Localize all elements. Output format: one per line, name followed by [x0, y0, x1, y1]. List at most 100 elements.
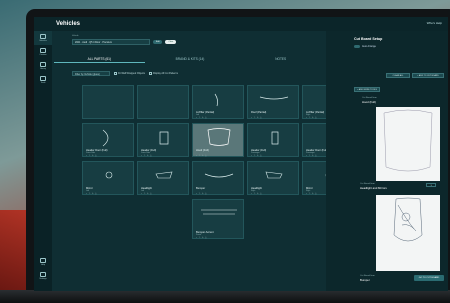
card-action-icons[interactable]: ⌂ ✎ ⧉ ⓘ: [251, 155, 262, 157]
sidebar-item-library[interactable]: Library: [34, 59, 52, 73]
parts-panel: Vehicle 2021 · Audi · Q5 4 Door · Premiu…: [54, 31, 354, 291]
part-card[interactable]: Header (Full) Passenger ⌂ ✎ ⧉ ⓘ: [247, 123, 299, 157]
checkbox[interactable]: [114, 71, 117, 75]
go-to-cut-board-button[interactable]: GO TO CUT BOARD: [414, 275, 444, 281]
item-name: Bumper: [360, 278, 370, 282]
sidebar-item-label: Settings: [39, 278, 47, 280]
toggle-label: Auto Arrange: [362, 45, 376, 48]
card-action-icons[interactable]: ⌂ ✎ ⧉ ⓘ: [306, 155, 317, 157]
part-thumbnail: [102, 129, 109, 147]
help-icon: [40, 258, 46, 263]
part-card[interactable]: Bumper Accent Partial ⌂ ✎ ⧉ ⓘ: [192, 199, 244, 239]
sidebar-item-vehicles[interactable]: Vehicles: [34, 31, 52, 45]
part-card[interactable]: Header Door (Full) Driver Side ⌂ ✎ ⧉ ⓘ: [82, 123, 134, 157]
parts-tabs: ALL PARTS (61) BRAND & KITS (14) NOTES: [54, 55, 326, 63]
add-more-tools-button[interactable]: + ADD MORE TOOLS: [354, 87, 380, 92]
filter-row: Filter by Vehicle (glass) Fit Wall Wrapp…: [72, 71, 178, 76]
toggle-switch[interactable]: [354, 45, 360, 48]
add-to-cut-board-button[interactable]: + ADD TO CUT BOARD: [412, 73, 444, 78]
sidebar-item-label: Tools: [40, 82, 46, 84]
sidebar-item-label: Vehicles: [39, 40, 47, 42]
part-card[interactable]: Headlight Left ⌂ ✎ ⧉ ⓘ: [137, 161, 189, 195]
part-thumbnail: [207, 128, 231, 146]
part-subtitle: Passenger: [251, 152, 260, 154]
card-action-icons[interactable]: ⌂ ✎ ⧉ ⓘ: [141, 193, 152, 195]
scissors-icon: [40, 48, 46, 53]
card-action-icons[interactable]: ⌂ ✎ ⧉ ⓘ: [86, 193, 97, 195]
part-thumbnail: [204, 173, 234, 178]
laptop-base: [0, 290, 450, 303]
part-card[interactable]: Header (Full) Driver Side ⌂ ✎ ⧉ ⓘ: [137, 123, 189, 157]
hood-preview: [376, 107, 440, 181]
part-subtitle: Right: [306, 114, 311, 116]
sidebar-item-tools[interactable]: Tools: [34, 73, 52, 87]
part-subtitle: Right: [306, 190, 311, 192]
car-icon: [40, 34, 46, 39]
item-name: Hood (Full): [362, 100, 376, 104]
filter-dropdown[interactable]: Filter by Vehicle (glass): [72, 71, 110, 76]
auto-arrange-toggle[interactable]: Auto Arrange: [354, 45, 376, 48]
card-action-icons[interactable]: ⌂ ✎ ⧉ ⓘ: [306, 117, 317, 119]
checkbox[interactable]: [148, 71, 152, 75]
checkbox-label: Fit Wall Wrapped Objects: [118, 72, 145, 76]
tab-all-parts[interactable]: ALL PARTS (61): [54, 55, 145, 63]
part-thumbnail: [259, 96, 289, 100]
part-thumbnail: [155, 171, 173, 179]
card-action-icons[interactable]: ⌂ ✎ ⧉ ⓘ: [196, 117, 207, 119]
card-action-icons[interactable]: ⌂ ✎ ⧉ ⓘ: [306, 193, 317, 195]
clear-all-button[interactable]: CLEAR ALL: [386, 73, 410, 78]
card-action-icons[interactable]: ⌂ ✎ ⧉ ⓘ: [196, 193, 207, 195]
card-action-icons[interactable]: ⌂ ✎ ⧉ ⓘ: [141, 155, 152, 157]
card-action-icons[interactable]: ⌂ ✎ ⧉ ⓘ: [251, 193, 262, 195]
part-card-selected[interactable]: Hood (Full) ⌂ ✎ ⧉ ⓘ: [192, 123, 244, 157]
part-name: Hood (Full): [196, 149, 209, 152]
part-subtitle: Passenger: [306, 152, 315, 154]
wrench-icon: [40, 76, 46, 81]
part-subtitle: Left: [141, 190, 144, 192]
sidebar-item-settings[interactable]: Settings: [34, 269, 52, 283]
hood-outline: [383, 109, 433, 172]
part-subtitle: Driver Side: [86, 152, 95, 154]
folder-icon: [40, 62, 46, 67]
tab-brand-kits[interactable]: BRAND & KITS (14): [145, 55, 236, 63]
vehicle-select[interactable]: 2021 · Audi · Q5 4 Door · Premium: [72, 39, 150, 45]
item-name: Headlight and Mirrors: [360, 186, 387, 190]
cut-board-title: Cut Board Setup: [354, 37, 383, 41]
tab-notes[interactable]: NOTES: [235, 55, 326, 63]
part-thumbnail: [265, 171, 283, 179]
card-action-icons[interactable]: ⌂ ✎ ⧉ ⓘ: [251, 117, 262, 119]
card-action-icons[interactable]: ⌂ ✎ ⧉ ⓘ: [196, 237, 207, 239]
app-screen: Vehicles Who's Help Vehicles Custom Libr…: [34, 17, 448, 291]
edit-pill[interactable]: Edit: [153, 40, 163, 44]
quantity-stepper[interactable]: 1: [426, 183, 436, 187]
help-link[interactable]: Who's Help: [427, 21, 442, 25]
item-label: Cut Board Item: [362, 97, 377, 99]
gear-icon: [40, 272, 46, 277]
part-card[interactable]: [137, 85, 189, 119]
item-label: Cut Board Item: [360, 183, 375, 185]
part-card[interactable]: Headlight Right ⌂ ✎ ⧉ ⓘ: [247, 161, 299, 195]
sidebar-item-help[interactable]: Help: [34, 255, 52, 269]
part-card[interactable]: Bumper ⌂ ✎ ⧉ ⓘ: [192, 161, 244, 195]
card-action-icons[interactable]: ⌂ ✎ ⧉ ⓘ: [86, 155, 97, 157]
filter-check-2[interactable]: Display All Cut Patterns: [148, 71, 178, 75]
filter-check-1[interactable]: Fit Wall Wrapped Objects: [114, 71, 145, 76]
part-name: Bumper: [196, 187, 206, 190]
clear-pill[interactable]: Clear: [165, 40, 177, 44]
vehicle-select-label: Vehicle: [72, 35, 79, 37]
card-action-icons[interactable]: ⌂ ✎ ⧉ ⓘ: [196, 155, 207, 157]
part-thumbnail: [271, 131, 279, 145]
title-bar: Vehicles Who's Help: [34, 17, 448, 31]
headlight-mirror-preview: [376, 195, 440, 271]
part-card[interactable]: Roof (Partial) ⌂ ✎ ⧉ ⓘ: [247, 85, 299, 119]
part-card[interactable]: [82, 85, 134, 119]
sidebar: Vehicles Custom Library Tools Help Setti…: [34, 31, 52, 291]
part-thumbnail: [201, 209, 237, 215]
part-card[interactable]: Mirror Left ⌂ ✎ ⧉ ⓘ: [82, 161, 134, 195]
part-thumbnail: [214, 93, 219, 107]
sidebar-item-custom[interactable]: Custom: [34, 45, 52, 59]
part-subtitle: Left: [196, 114, 199, 116]
part-subtitle: Left: [86, 190, 89, 192]
part-card[interactable]: A-Pillar (Partial) Left ⌂ ✎ ⧉ ⓘ: [192, 85, 244, 119]
sidebar-item-label: Help: [40, 264, 46, 266]
